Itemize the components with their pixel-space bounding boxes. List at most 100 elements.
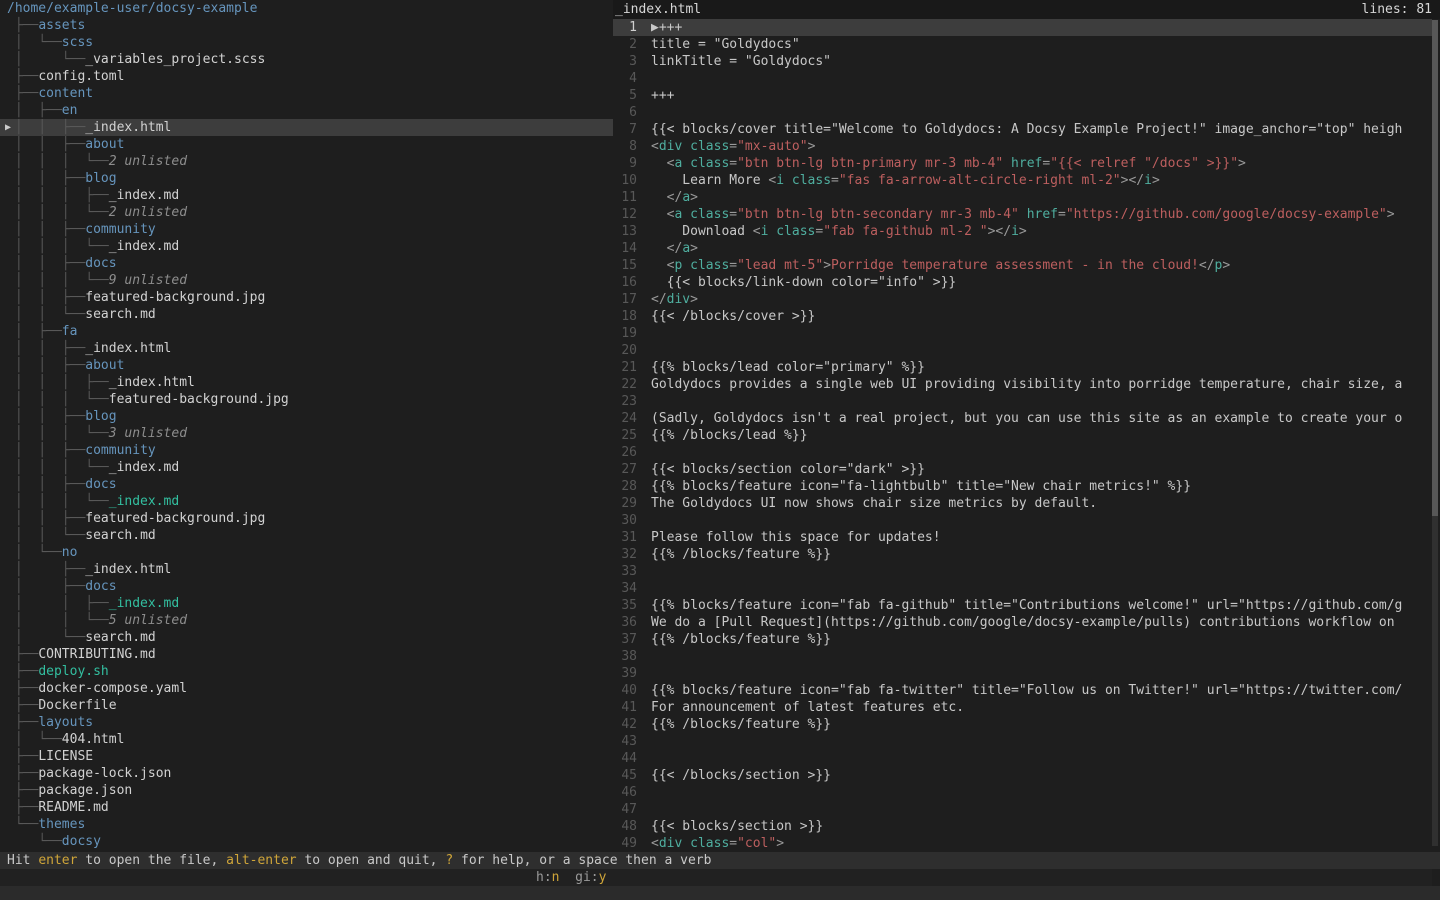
- tree-row[interactable]: │ │ ├──featured-background.jpg: [0, 510, 613, 527]
- text-segment: i: [761, 224, 777, 239]
- text-segment: The Goldydocs UI now shows chair size me…: [651, 496, 1097, 511]
- tree-row[interactable]: │ │ │ ├──_index.md: [0, 187, 613, 204]
- tree-row[interactable]: │ │ ├──about: [0, 357, 613, 374]
- tree-row[interactable]: ├──content: [0, 85, 613, 102]
- tree-entry-directory: about: [85, 358, 124, 373]
- tree-row[interactable]: └──docsy: [0, 833, 613, 850]
- text-segment: =: [1042, 156, 1050, 171]
- line-number: 22: [613, 376, 643, 393]
- branch-lines: │ │ ├──: [7, 256, 85, 271]
- tree-row[interactable]: ├──config.toml: [0, 68, 613, 85]
- line-content: ▶+++: [643, 19, 682, 36]
- branch-lines: │ │ ├──: [7, 222, 85, 237]
- text-segment: "mx-auto": [737, 139, 807, 154]
- preview-line: 44: [613, 750, 1432, 767]
- line-number: 42: [613, 716, 643, 733]
- preview-line: 8<div class="mx-auto">: [613, 138, 1432, 155]
- tree-row[interactable]: ├──docker-compose.yaml: [0, 680, 613, 697]
- tree-row[interactable]: │ │ │ └──_index.md: [0, 493, 613, 510]
- line-content: <p class="lead mt-5">Porridge temperatur…: [643, 257, 1230, 274]
- tree-row[interactable]: │ │ │ └──9 unlisted: [0, 272, 613, 289]
- line-number: 19: [613, 325, 643, 342]
- tree-row[interactable]: │ │ ├──docs: [0, 476, 613, 493]
- tree-entry-directory: blog: [85, 171, 116, 186]
- line-content: {{% /blocks/lead %}}: [643, 427, 808, 444]
- preview-line: 16 {{< blocks/link-down color="info" >}}: [613, 274, 1432, 291]
- tree-row[interactable]: │ ├──en: [0, 102, 613, 119]
- tree-row[interactable]: ├──layouts: [0, 714, 613, 731]
- tree-row[interactable]: │ │ ├──community: [0, 221, 613, 238]
- tree-row[interactable]: │ ├──docs: [0, 578, 613, 595]
- tree-row[interactable]: ├──LICENSE: [0, 748, 613, 765]
- tree-row[interactable]: │ │ │ └──2 unlisted: [0, 153, 613, 170]
- preview-line: 25{{% /blocks/lead %}}: [613, 427, 1432, 444]
- tree-row[interactable]: │ │ │ └──3 unlisted: [0, 425, 613, 442]
- tree-row[interactable]: │ │ │ └──featured-background.jpg: [0, 391, 613, 408]
- tree-row[interactable]: ├──deploy.sh: [0, 663, 613, 680]
- tree-entry-file: _index.md: [109, 494, 179, 509]
- text-segment: >: [690, 292, 698, 307]
- branch-lines: │ │ └──: [7, 528, 85, 543]
- branch-lines: │ └──: [7, 630, 85, 645]
- preview-scrollbar[interactable]: [1432, 20, 1438, 846]
- tree-row[interactable]: ├──README.md: [0, 799, 613, 816]
- text-segment: [559, 870, 575, 885]
- tree-row[interactable]: │ │ ├──blog: [0, 170, 613, 187]
- tree-row[interactable]: │ │ ├──blog: [0, 408, 613, 425]
- tree-row[interactable]: │ ├──fa: [0, 323, 613, 340]
- tree-row[interactable]: ├──CONTRIBUTING.md: [0, 646, 613, 663]
- broot-app: { "tree": { "path": "/home/example-user/…: [0, 0, 1440, 900]
- branch-lines: ├──: [7, 698, 38, 713]
- text-segment: [651, 156, 667, 171]
- line-number: 49: [613, 835, 643, 852]
- line-number: 38: [613, 648, 643, 665]
- tree-row[interactable]: │ │ │ └──_index.md: [0, 459, 613, 476]
- line-content: {{% /blocks/feature %}}: [643, 631, 831, 648]
- text-segment: {{% /blocks/lead %}}: [651, 428, 808, 443]
- tree-row[interactable]: ▶ │ │ ├──_index.html: [0, 119, 613, 136]
- tree-row[interactable]: ├──package.json: [0, 782, 613, 799]
- preview-line: 3linkTitle = "Goldydocs": [613, 53, 1432, 70]
- text-segment: i: [1011, 224, 1019, 239]
- tree-row[interactable]: │ │ │ └──_index.md: [0, 238, 613, 255]
- tree-row[interactable]: │ │ ├──_index.md: [0, 595, 613, 612]
- scrollbar-thumb[interactable]: [1432, 20, 1438, 516]
- tree-row[interactable]: │ │ ├──_index.html: [0, 340, 613, 357]
- line-number: 1: [613, 19, 643, 36]
- text-segment: div: [659, 139, 690, 154]
- tree-row[interactable]: │ └──no: [0, 544, 613, 561]
- tree-row[interactable]: ├──assets: [0, 17, 613, 34]
- selection-arrow-icon: ▶: [5, 119, 11, 136]
- tree-row[interactable]: │ │ ├──community: [0, 442, 613, 459]
- tree-row[interactable]: └──themes: [0, 816, 613, 833]
- line-content: [643, 750, 651, 767]
- text-segment: gi:: [575, 870, 598, 885]
- text-segment: For announcement of latest features etc.: [651, 700, 964, 715]
- tree-row[interactable]: │ │ ├──about: [0, 136, 613, 153]
- tree-row[interactable]: │ └──search.md: [0, 629, 613, 646]
- tree-row[interactable]: │ └──_variables_project.scss: [0, 51, 613, 68]
- tree-row[interactable]: │ └──404.html: [0, 731, 613, 748]
- preview-line: 19: [613, 325, 1432, 342]
- tree-row[interactable]: │ │ ├──featured-background.jpg: [0, 289, 613, 306]
- tree-row[interactable]: │ │ └──5 unlisted: [0, 612, 613, 629]
- line-number: 37: [613, 631, 643, 648]
- text-segment: "fab fa-github ml-2 ": [823, 224, 987, 239]
- tree-row[interactable]: ├──package-lock.json: [0, 765, 613, 782]
- tree-row[interactable]: │ └──scss: [0, 34, 613, 51]
- branch-lines: ├──: [7, 749, 38, 764]
- preview-line: 4: [613, 70, 1432, 87]
- text-segment: class: [776, 224, 815, 239]
- tree-row[interactable]: ├──Dockerfile: [0, 697, 613, 714]
- tree-row[interactable]: │ ├──_index.html: [0, 561, 613, 578]
- input-bar[interactable]: :e h:n gi:y: [0, 869, 1432, 886]
- tree-row[interactable]: │ │ └──search.md: [0, 306, 613, 323]
- line-number: 40: [613, 682, 643, 699]
- text-segment: class: [690, 156, 729, 171]
- tree-row[interactable]: │ │ │ ├──_index.html: [0, 374, 613, 391]
- tree-entry-unlisted: 2 unlisted: [109, 205, 187, 220]
- tree-row[interactable]: │ │ └──search.md: [0, 527, 613, 544]
- preview-line: 40{{% blocks/feature icon="fab fa-twitte…: [613, 682, 1432, 699]
- tree-row[interactable]: │ │ │ └──2 unlisted: [0, 204, 613, 221]
- tree-row[interactable]: │ │ ├──docs: [0, 255, 613, 272]
